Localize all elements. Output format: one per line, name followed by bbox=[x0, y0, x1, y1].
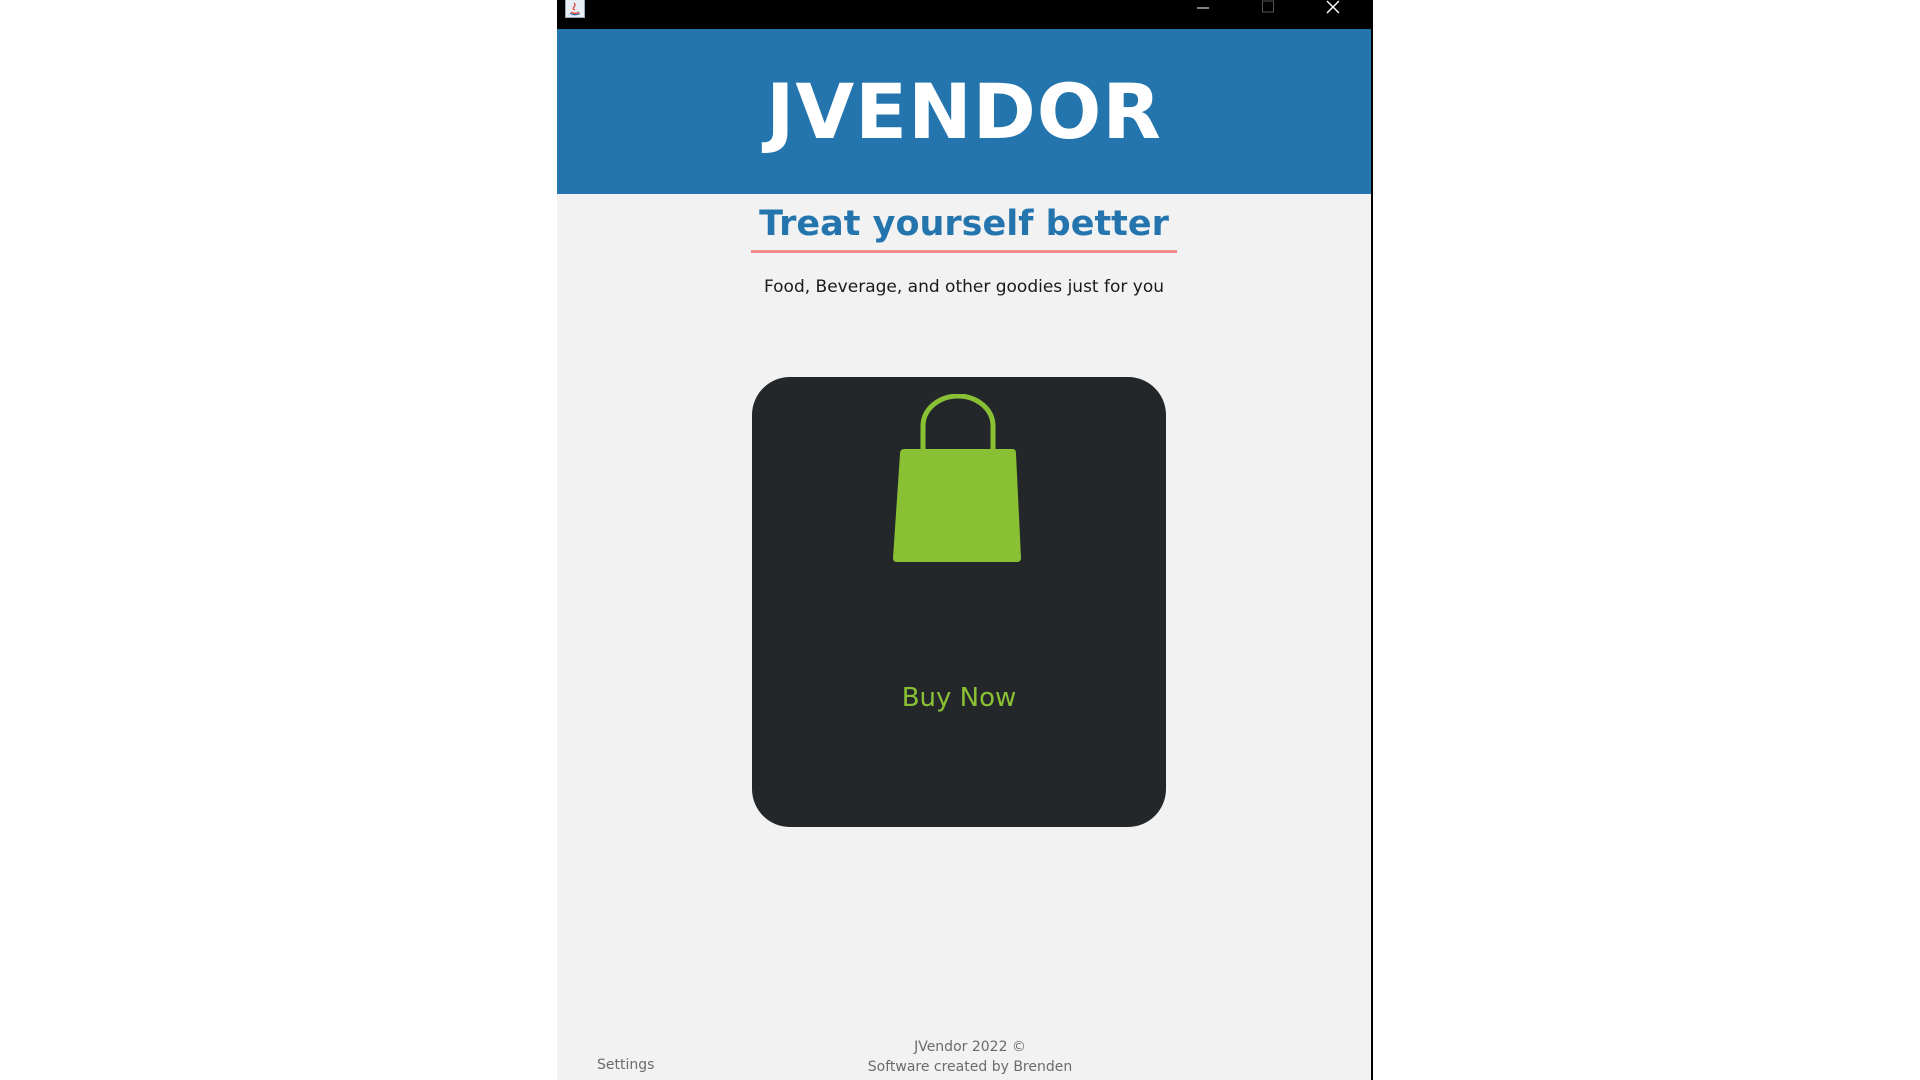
title-bar[interactable] bbox=[557, 0, 1371, 29]
header-banner: JVENDOR bbox=[557, 29, 1371, 194]
credit-text: Software created by Brenden bbox=[867, 1059, 1073, 1075]
copyright-text: JVendor 2022 © bbox=[914, 1039, 1026, 1055]
app-title: JVENDOR bbox=[766, 67, 1162, 156]
close-button[interactable] bbox=[1310, 0, 1356, 20]
maximize-button[interactable] bbox=[1245, 0, 1291, 20]
buy-now-button[interactable]: Buy Now bbox=[752, 377, 1166, 827]
app-window: JVENDOR Treat yourself better Food, Beve… bbox=[557, 0, 1373, 1080]
shopping-bag-icon bbox=[893, 394, 1021, 562]
footer: JVendor 2022 © Software created by Brend… bbox=[557, 1037, 1371, 1077]
subtitle: Food, Beverage, and other goodies just f… bbox=[763, 277, 1165, 297]
buy-now-label: Buy Now bbox=[901, 683, 1017, 713]
close-icon bbox=[1326, 0, 1340, 14]
minimize-icon bbox=[1197, 7, 1209, 9]
tagline-container: Treat yourself better bbox=[557, 204, 1371, 253]
settings-link[interactable]: Settings bbox=[597, 1057, 654, 1073]
java-app-icon[interactable] bbox=[565, 0, 585, 18]
tagline: Treat yourself better bbox=[751, 204, 1177, 253]
minimize-button[interactable] bbox=[1180, 0, 1226, 20]
maximize-icon bbox=[1262, 0, 1274, 13]
